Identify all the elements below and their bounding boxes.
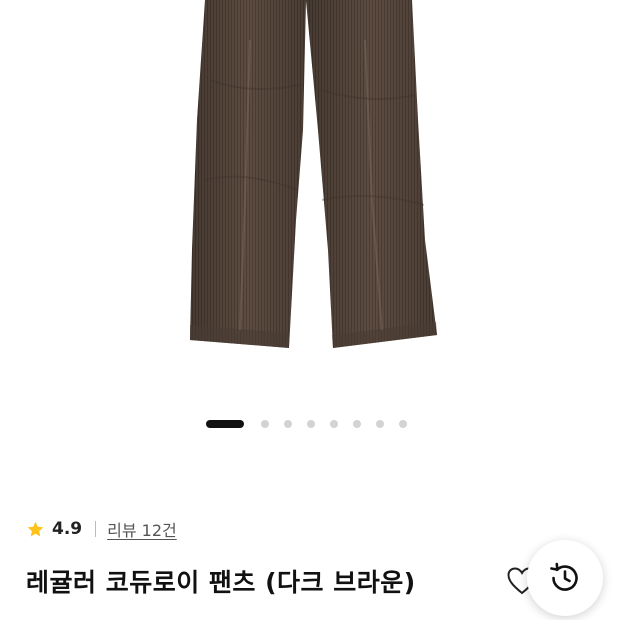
divider <box>95 521 97 537</box>
product-image <box>190 0 437 348</box>
pagination-dot[interactable] <box>330 420 338 428</box>
star-icon <box>27 521 44 537</box>
pagination-dot-active[interactable] <box>205 420 244 428</box>
pagination-dot[interactable] <box>261 420 269 428</box>
pagination-dot[interactable] <box>399 420 407 428</box>
product-image-gallery[interactable] <box>0 0 620 400</box>
history-icon <box>550 562 578 591</box>
pagination-dot[interactable] <box>353 420 361 428</box>
pagination-dot[interactable] <box>284 420 292 428</box>
rating-summary: 4.9 리뷰 12건 <box>26 516 177 542</box>
product-title: 레귤러 코듀로이 팬츠 (다크 브라운) <box>26 568 416 597</box>
gallery-pagination <box>0 418 620 430</box>
review-count-link[interactable]: 리뷰 12건 <box>107 517 177 541</box>
recent-views-button[interactable] <box>527 540 603 616</box>
pagination-dot[interactable] <box>376 420 384 428</box>
rating-value: 4.9 <box>52 519 83 539</box>
pagination-dot[interactable] <box>307 420 315 428</box>
